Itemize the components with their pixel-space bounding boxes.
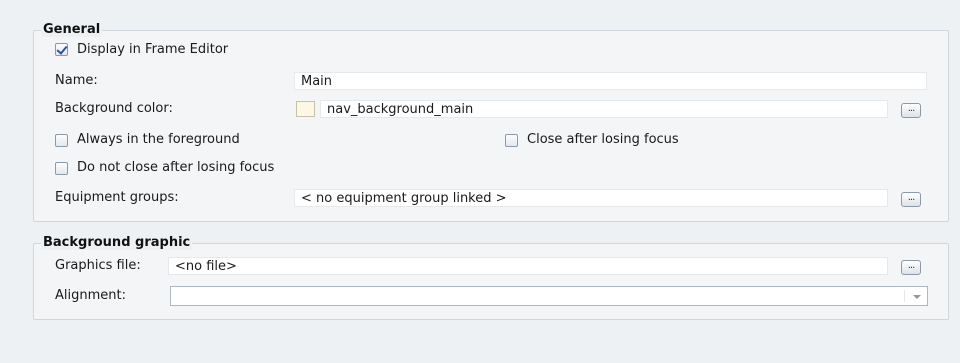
- graphics-file-browse-button[interactable]: ...: [901, 260, 921, 275]
- background-graphic-group-title: Background graphic: [41, 235, 193, 250]
- display-in-frame-editor-label[interactable]: Display in Frame Editor: [77, 42, 228, 58]
- background-color-browse-button[interactable]: ...: [901, 103, 921, 118]
- background-color-field[interactable]: nav_background_main: [320, 100, 888, 118]
- background-color-label: Background color:: [55, 101, 173, 116]
- name-label: Name:: [55, 73, 98, 88]
- close-after-losing-focus-checkbox[interactable]: [505, 134, 518, 147]
- always-foreground-checkbox[interactable]: [55, 134, 68, 147]
- name-field[interactable]: Main: [294, 72, 927, 90]
- chevron-down-icon[interactable]: [913, 295, 921, 299]
- graphics-file-label: Graphics file:: [55, 258, 141, 273]
- equipment-groups-field[interactable]: < no equipment group linked >: [294, 189, 888, 207]
- alignment-label: Alignment:: [55, 288, 126, 303]
- background-color-swatch[interactable]: [296, 101, 315, 117]
- display-in-frame-editor-checkbox[interactable]: [55, 43, 68, 56]
- equipment-groups-label: Equipment groups:: [55, 190, 179, 205]
- alignment-dropdown[interactable]: [170, 286, 928, 306]
- do-not-close-checkbox[interactable]: [55, 162, 68, 175]
- background-graphic-group: [33, 243, 949, 320]
- alignment-separator: [904, 290, 905, 302]
- graphics-file-field[interactable]: <no file>: [168, 257, 888, 275]
- do-not-close-label[interactable]: Do not close after losing focus: [77, 160, 274, 176]
- always-foreground-label[interactable]: Always in the foreground: [77, 132, 240, 148]
- general-group-title: General: [41, 22, 103, 37]
- equipment-groups-browse-button[interactable]: ...: [901, 192, 921, 207]
- close-after-losing-focus-label[interactable]: Close after losing focus: [527, 132, 679, 148]
